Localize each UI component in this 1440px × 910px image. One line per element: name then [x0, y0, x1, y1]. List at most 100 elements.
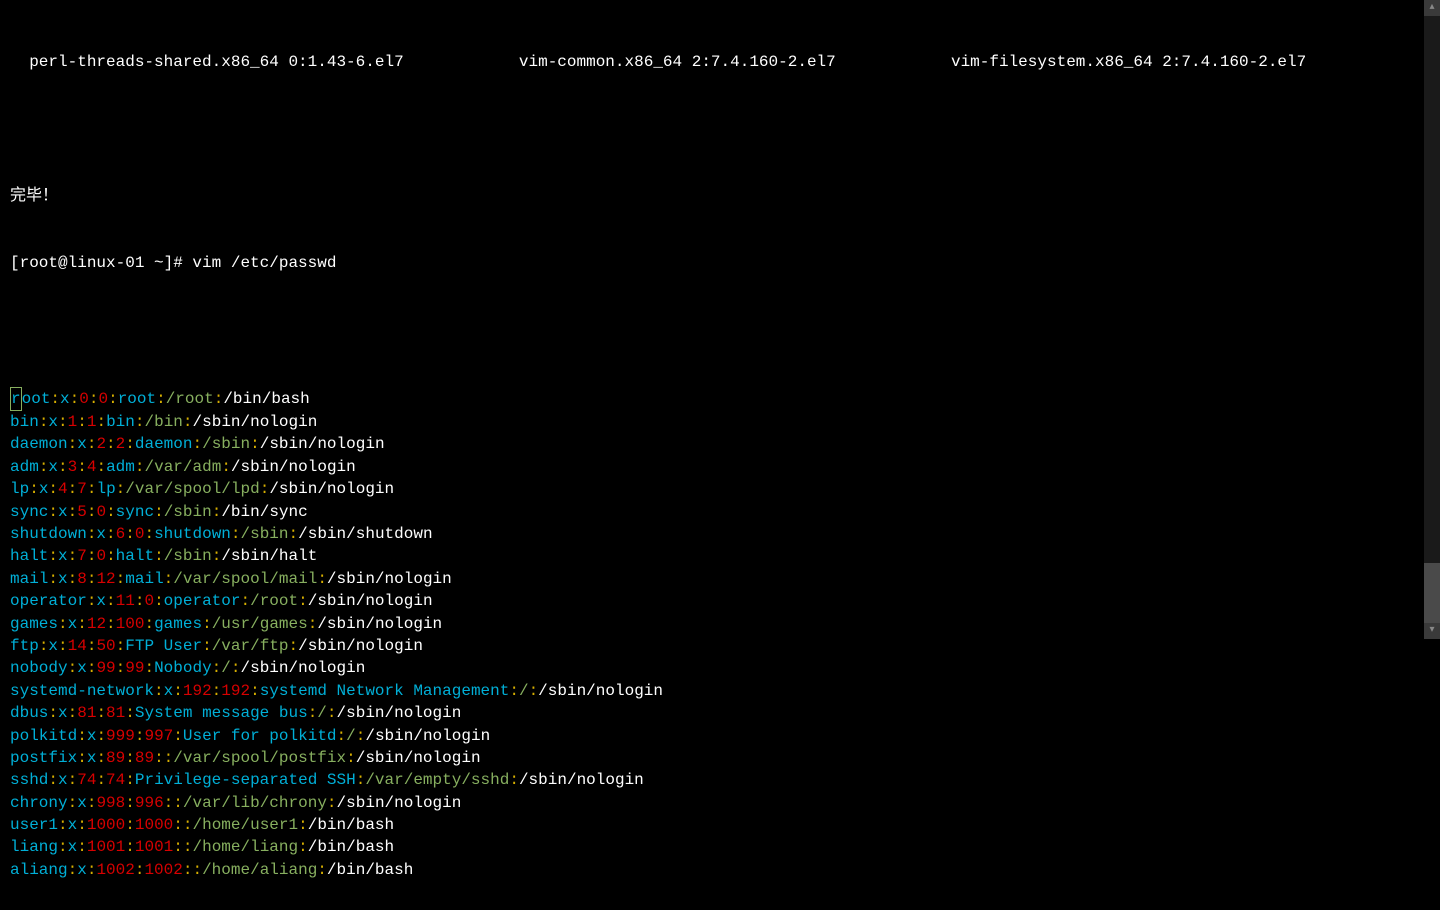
colon-separator: : [106, 547, 116, 565]
colon-separator: : [212, 547, 222, 565]
chevron-down-icon: ▾ [1429, 624, 1434, 638]
passwd-x: x [48, 637, 58, 655]
passwd-entry: polkitd:x:999:997:User for polkitd:/:/sb… [10, 725, 1430, 747]
passwd-entry: sshd:x:74:74:Privilege-separated SSH:/va… [10, 769, 1430, 791]
vertical-scrollbar[interactable]: ▴ ▾ [1424, 0, 1440, 639]
package-header-line: perl-threads-shared.x86_64 0:1.43-6.el7 … [10, 51, 1430, 73]
colon-separator: : [77, 727, 87, 745]
passwd-x: x [77, 659, 87, 677]
passwd-shell: /bin/bash [308, 816, 394, 834]
colon-separator: : [154, 749, 164, 767]
passwd-home: /var/adm [145, 458, 222, 476]
colon-separator: : [173, 816, 183, 834]
passwd-desc: shutdown [154, 525, 231, 543]
passwd-home: /var/empty/sshd [365, 771, 509, 789]
colon-separator: : [87, 637, 97, 655]
passwd-shell: /bin/bash [308, 838, 394, 856]
passwd-entry: ftp:x:14:50:FTP User:/var/ftp:/sbin/nolo… [10, 635, 1430, 657]
passwd-home: / [221, 659, 231, 677]
passwd-shell: /sbin/nologin [365, 727, 490, 745]
colon-separator: : [87, 525, 97, 543]
passwd-user: sync [10, 503, 48, 521]
package-item: vim-common.x86_64 2:7.4.160-2.el7 [500, 51, 932, 73]
passwd-uid: 4 [58, 480, 68, 498]
colon-separator: : [58, 615, 68, 633]
terminal-viewport[interactable]: perl-threads-shared.x86_64 0:1.43-6.el7 … [0, 0, 1440, 910]
passwd-home: /root [166, 390, 214, 408]
colon-separator: : [125, 749, 135, 767]
passwd-desc: System message bus [135, 704, 308, 722]
colon-separator: : [231, 659, 241, 677]
passwd-uid: 0 [79, 390, 89, 408]
colon-separator: : [96, 413, 106, 431]
colon-separator: : [125, 525, 135, 543]
passwd-x: x [164, 682, 174, 700]
passwd-desc: FTP User [125, 637, 202, 655]
colon-separator: : [231, 525, 241, 543]
package-item: perl-threads-shared.x86_64 0:1.43-6.el7 [10, 51, 500, 73]
colon-separator: : [135, 592, 145, 610]
passwd-desc: halt [116, 547, 154, 565]
passwd-uid: 7 [77, 547, 87, 565]
colon-separator: : [327, 704, 337, 722]
colon-separator: : [192, 435, 202, 453]
colon-separator: : [87, 592, 97, 610]
scroll-thumb[interactable] [1424, 563, 1440, 623]
colon-separator: : [106, 525, 116, 543]
colon-separator: : [509, 771, 519, 789]
passwd-shell: /sbin/nologin [241, 659, 366, 677]
passwd-gid: 2 [116, 435, 126, 453]
colon-separator: : [87, 435, 97, 453]
passwd-shell: /sbin/nologin [538, 682, 663, 700]
colon-separator: : [87, 547, 97, 565]
passwd-uid: 99 [96, 659, 115, 677]
scroll-up-button[interactable]: ▴ [1424, 0, 1440, 16]
passwd-uid: 74 [77, 771, 96, 789]
passwd-home: /sbin [241, 525, 289, 543]
passwd-desc: User for polkitd [183, 727, 337, 745]
passwd-entry: sync:x:5:0:sync:/sbin:/bin/sync [10, 501, 1430, 523]
passwd-uid: 999 [106, 727, 135, 745]
passwd-uid: 1002 [96, 861, 134, 879]
passwd-shell: /sbin/nologin [519, 771, 644, 789]
passwd-entry: systemd-network:x:192:192:systemd Networ… [10, 680, 1430, 702]
passwd-x: x [87, 727, 97, 745]
colon-separator: : [509, 682, 519, 700]
passwd-entry: mail:x:8:12:mail:/var/spool/mail:/sbin/n… [10, 568, 1430, 590]
passwd-uid: 89 [106, 749, 125, 767]
cursor: r [10, 387, 22, 411]
passwd-home: /var/spool/mail [173, 570, 317, 588]
colon-separator: : [116, 570, 126, 588]
passwd-x: x [77, 794, 87, 812]
colon-separator: : [96, 704, 106, 722]
passwd-gid: 192 [221, 682, 250, 700]
colon-separator: : [58, 458, 68, 476]
colon-separator: : [164, 794, 174, 812]
package-item: vim-filesystem.x86_64 2:7.4.160-2.el7 [932, 51, 1306, 73]
colon-separator: : [154, 592, 164, 610]
passwd-gid: 99 [125, 659, 144, 677]
colon-separator: : [87, 503, 97, 521]
colon-separator: : [154, 547, 164, 565]
scroll-track[interactable] [1424, 16, 1440, 623]
colon-separator: : [77, 615, 87, 633]
colon-separator: : [250, 682, 260, 700]
passwd-desc: lp [96, 480, 115, 498]
colon-separator: : [77, 816, 87, 834]
passwd-desc: Privilege-separated SSH [135, 771, 356, 789]
colon-separator: : [87, 861, 97, 879]
passwd-desc: operator [164, 592, 241, 610]
colon-separator: : [106, 435, 116, 453]
scroll-down-button[interactable]: ▾ [1424, 623, 1440, 639]
colon-separator: : [125, 816, 135, 834]
colon-separator: : [317, 570, 327, 588]
passwd-x: x [96, 592, 106, 610]
passwd-uid: 6 [116, 525, 126, 543]
colon-separator: : [58, 637, 68, 655]
colon-separator: : [125, 704, 135, 722]
colon-separator: : [48, 704, 58, 722]
blank-line [10, 118, 1430, 140]
passwd-x: x [58, 503, 68, 521]
colon-separator: : [68, 547, 78, 565]
passwd-x: x [87, 749, 97, 767]
